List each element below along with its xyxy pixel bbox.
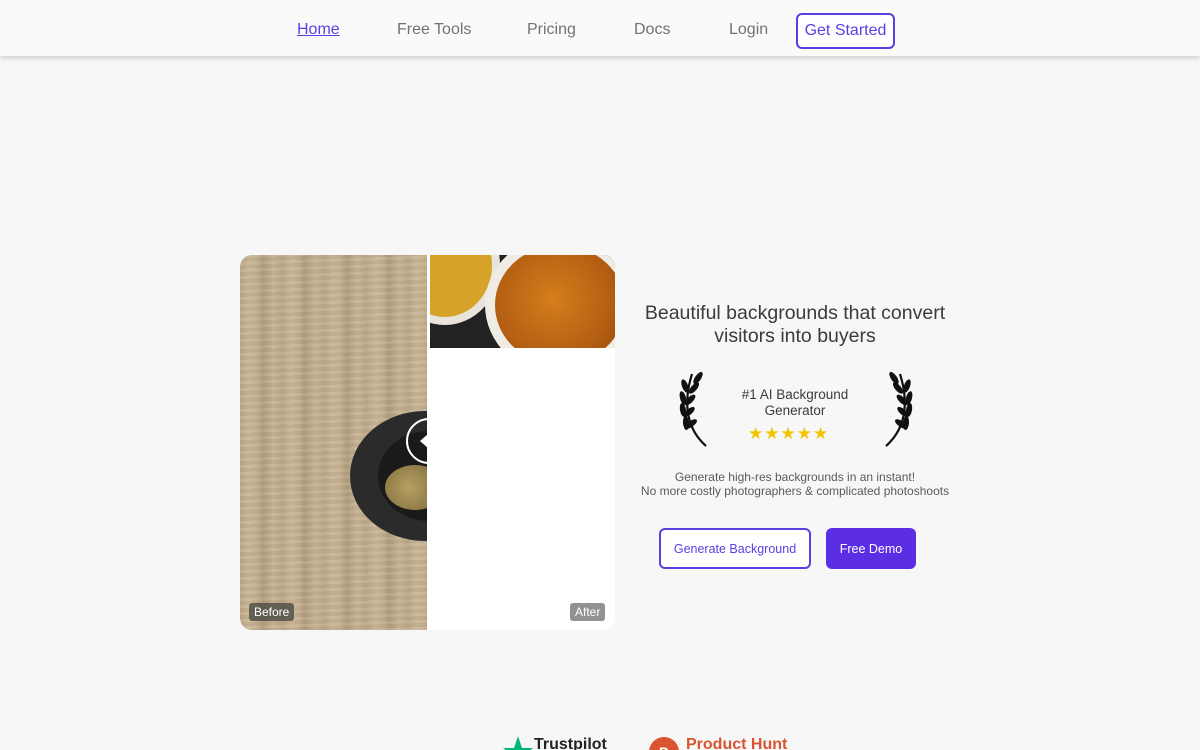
trustpilot-star-icon xyxy=(503,736,533,750)
hero-title: Beautiful backgrounds that convert visit… xyxy=(644,302,946,347)
nav-free-tools-link[interactable]: Free Tools xyxy=(397,21,471,39)
after-label: After xyxy=(570,603,606,621)
description-line-2: No more costly photographers & complicat… xyxy=(640,484,950,498)
hero-description: Generate high-res backgrounds in an inst… xyxy=(600,470,990,498)
producthunt-logo[interactable]: Product Hunt xyxy=(686,736,787,750)
arrows-left-right-icon xyxy=(420,434,438,448)
producthunt-icon: P xyxy=(649,737,679,750)
free-demo-button[interactable]: Free Demo xyxy=(826,528,916,569)
svg-text:P: P xyxy=(659,744,668,750)
nav-home-link[interactable]: Home xyxy=(297,21,340,39)
before-label: Before xyxy=(249,603,295,621)
nav-pricing-link[interactable]: Pricing xyxy=(527,21,576,39)
rating-stars: ★★★★★ xyxy=(748,424,830,443)
trustpilot-logo[interactable]: Trustpilot xyxy=(534,736,607,750)
award-text: #1 AI Background Generator xyxy=(741,387,849,418)
before-after-comparison[interactable]: Before After xyxy=(240,255,615,630)
generate-background-button[interactable]: Generate Background xyxy=(659,528,811,569)
get-started-button[interactable]: Get Started xyxy=(796,13,895,49)
before-image xyxy=(240,255,428,630)
description-line-1: Generate high-res backgrounds in an inst… xyxy=(674,470,916,484)
top-navigation: Home Free Tools Pricing Docs Login Get S… xyxy=(0,0,1200,56)
spice-bowl-right xyxy=(485,255,615,348)
nav-docs-link[interactable]: Docs xyxy=(634,21,670,39)
laurel-left-icon xyxy=(679,372,707,447)
after-image xyxy=(430,255,615,348)
compare-slider-handle[interactable] xyxy=(406,418,452,464)
laurel-right-icon xyxy=(885,372,913,447)
nav-login-link[interactable]: Login xyxy=(729,21,768,39)
